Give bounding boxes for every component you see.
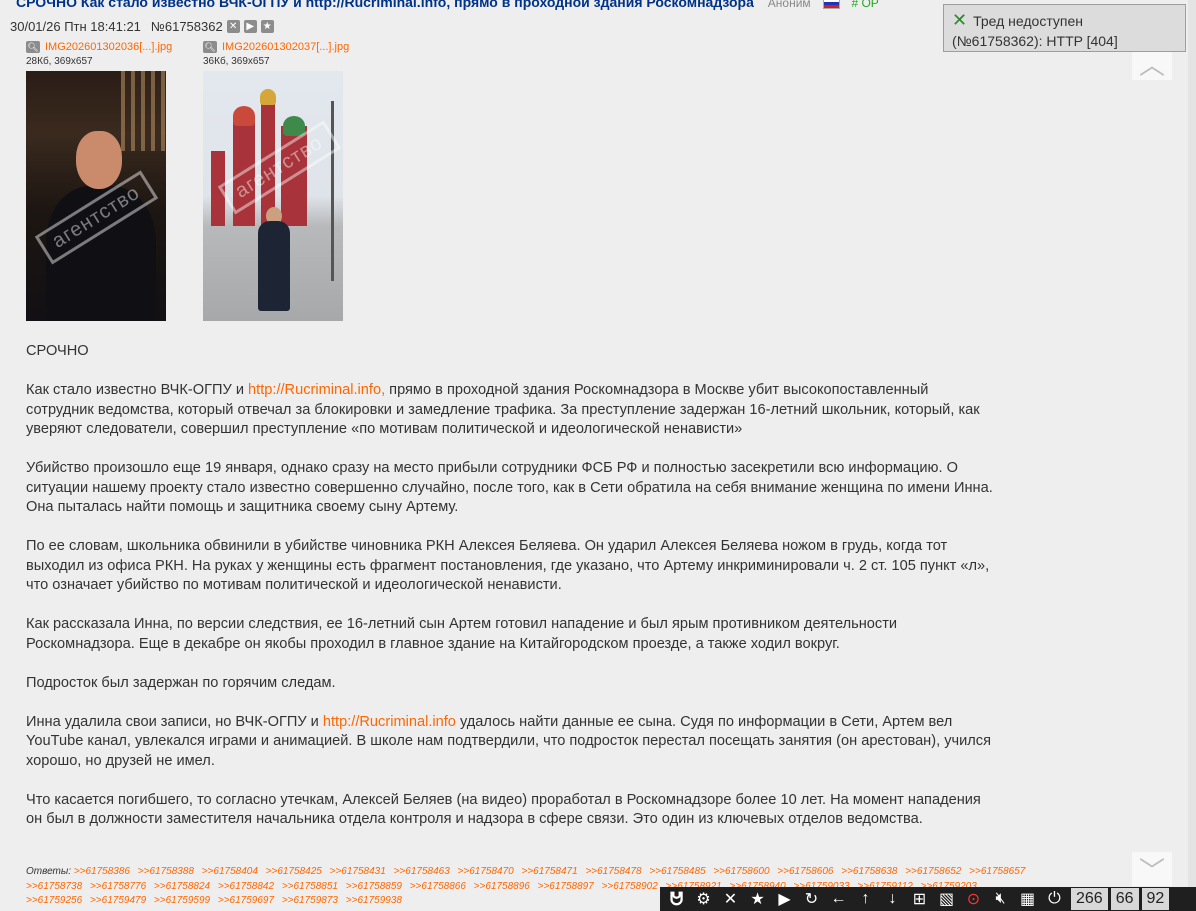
expand-images-icon[interactable]: ⊞ [906,887,933,911]
country-flag-icon [822,0,840,9]
reply-link[interactable]: >>61758776 [90,881,146,892]
image-thumbnail-2[interactable]: агентство [203,71,343,321]
file-info: 28Кб, 369x657 [26,56,93,67]
dollchan-logo-icon[interactable]: ᕰ [663,887,690,911]
post-paragraph: Инна удалила свои записи, но ВЧК-ОГПУ и … [26,713,991,769]
posters-count: 92 [1141,888,1170,910]
images-count: 66 [1110,888,1139,910]
reply-link[interactable]: >>61758425 [266,866,322,877]
reply-link[interactable]: >>61758851 [282,881,338,892]
reply-link[interactable]: >>61758824 [154,881,210,892]
play-icon[interactable]: ▶ [771,887,798,911]
post-paragraph: По ее словам, школьника обвинили в убийс… [26,538,990,593]
reply-link[interactable]: >>61758431 [330,866,386,877]
reply-link[interactable]: >>61759599 [154,895,210,906]
close-notification-icon[interactable]: ✕ [952,10,967,30]
audio-notify-icon[interactable]: ⊙ [960,887,987,911]
reply-link[interactable]: >>61758657 [969,866,1025,877]
reply-link[interactable]: >>61758404 [202,866,258,877]
reply-link[interactable]: >>61758485 [649,866,705,877]
mask-images-icon[interactable]: ▧ [933,887,960,911]
post-number[interactable]: №61758362 [151,19,223,34]
refresh-icon[interactable]: ↻ [798,887,825,911]
image-search-icon[interactable]: 🔍︎ [26,41,40,53]
scroll-down-button[interactable]: ﹀ [1132,852,1172,886]
post-author: Аноним [767,0,811,10]
reply-link[interactable]: >>61758471 [521,866,577,877]
gear-icon[interactable]: ⚙ [690,887,717,911]
arrow-up-icon[interactable]: ↑ [852,887,879,911]
post-paragraph: Как рассказала Инна, по версии следствия… [26,616,898,652]
page-scrollbar[interactable] [1188,0,1196,911]
star-icon[interactable]: ★ [744,887,771,911]
reply-link[interactable]: >>61759479 [90,895,146,906]
post-paragraph: Что касается погибшего, то согласно утеч… [26,791,981,828]
reply-post-icon[interactable]: ▶ [243,20,257,33]
reply-link[interactable]: >>61758897 [538,881,594,892]
reply-link[interactable]: >>61758478 [585,866,641,877]
power-icon[interactable]: ⏻ [1041,887,1068,911]
total-posts-count: 266 [1071,888,1108,910]
arrow-down-icon[interactable]: ↓ [879,887,906,911]
reply-link[interactable]: >>61758896 [474,881,530,892]
reply-link[interactable]: >>61759938 [346,895,402,906]
post-paragraph: Как стало известно ВЧК-ОГПУ и http://Ruc… [26,382,980,437]
file-info: 36Кб, 369x657 [203,56,270,67]
catalog-grid-icon[interactable]: ▦ [1014,887,1041,911]
reply-link[interactable]: >>61758470 [458,866,514,877]
reply-link[interactable]: >>61758859 [346,881,402,892]
reply-link[interactable]: >>61758463 [394,866,450,877]
reply-link[interactable]: >>61759697 [218,895,274,906]
image-thumbnail-1[interactable]: агентство [26,71,166,321]
reply-link[interactable]: >>61759256 [26,895,82,906]
file-2: 🔍︎ IMG202601302037[...].jpg 36Кб, 369x65… [203,41,349,67]
reply-link[interactable]: >>61758902 [602,881,658,892]
post-datetime: 30/01/26 Птн 18:41:21 [10,19,141,34]
close-icon[interactable]: ✕ [717,887,744,911]
reply-link[interactable]: >>61758600 [713,866,769,877]
image-search-icon[interactable]: 🔍︎ [203,41,217,53]
reply-link[interactable]: >>61758606 [777,866,833,877]
post-header: СРОЧНО Как стало известно ВЧК-ОГПУ и htt… [16,0,879,14]
notification-text: Тред недоступен (№61758362): HTTP [404] [952,13,1118,49]
arrow-left-icon[interactable]: ← [825,887,852,911]
post-paragraph: Подросток был задержан по горячим следам… [26,674,336,691]
post-title: СРОЧНО Как стало известно ВЧК-ОГПУ и htt… [16,0,754,10]
favorite-post-icon[interactable]: ★ [260,20,274,33]
rucriminal-link[interactable]: http://Rucriminal.info [323,714,456,730]
replies-label: Ответы: [26,866,72,877]
post-message: СРОЧНО Как стало известно ВЧК-ОГПУ и htt… [26,342,996,849]
error-notification: ✕ Тред недоступен (№61758362): HTTP [404] [943,4,1186,52]
mute-icon[interactable]: 🔇︎ [987,887,1014,911]
op-tag: # OP [851,0,879,10]
post-meta: 30/01/26 Птн 18:41:21 №61758362 ✕ ▶ ★ [10,19,274,34]
reply-link[interactable]: >>61758652 [905,866,961,877]
reply-link[interactable]: >>61759873 [282,895,338,906]
reply-link[interactable]: >>61758866 [410,881,466,892]
post-paragraph: Убийство произошло еще 19 января, однако… [26,460,993,515]
file-link[interactable]: IMG202601302036[...].jpg [45,41,172,53]
post-paragraph: СРОЧНО [26,343,89,359]
reply-link[interactable]: >>61758638 [841,866,897,877]
reply-link[interactable]: >>61758738 [26,881,82,892]
file-link[interactable]: IMG202601302037[...].jpg [222,41,349,53]
reply-link[interactable]: >>61758388 [138,866,194,877]
reply-link[interactable]: >>61758842 [218,881,274,892]
reply-link[interactable]: >>61758386 [74,866,130,877]
file-1: 🔍︎ IMG202601302036[...].jpg 28Кб, 369x65… [26,41,172,67]
hide-post-icon[interactable]: ✕ [226,20,240,33]
dollchan-toolbar: ᕰ ⚙ ✕ ★ ▶ ↻ ← ↑ ↓ ⊞ ▧ ⊙ 🔇︎ ▦ ⏻ 266 66 92 [660,887,1196,911]
rucriminal-link[interactable]: http://Rucriminal.info, [248,382,385,398]
